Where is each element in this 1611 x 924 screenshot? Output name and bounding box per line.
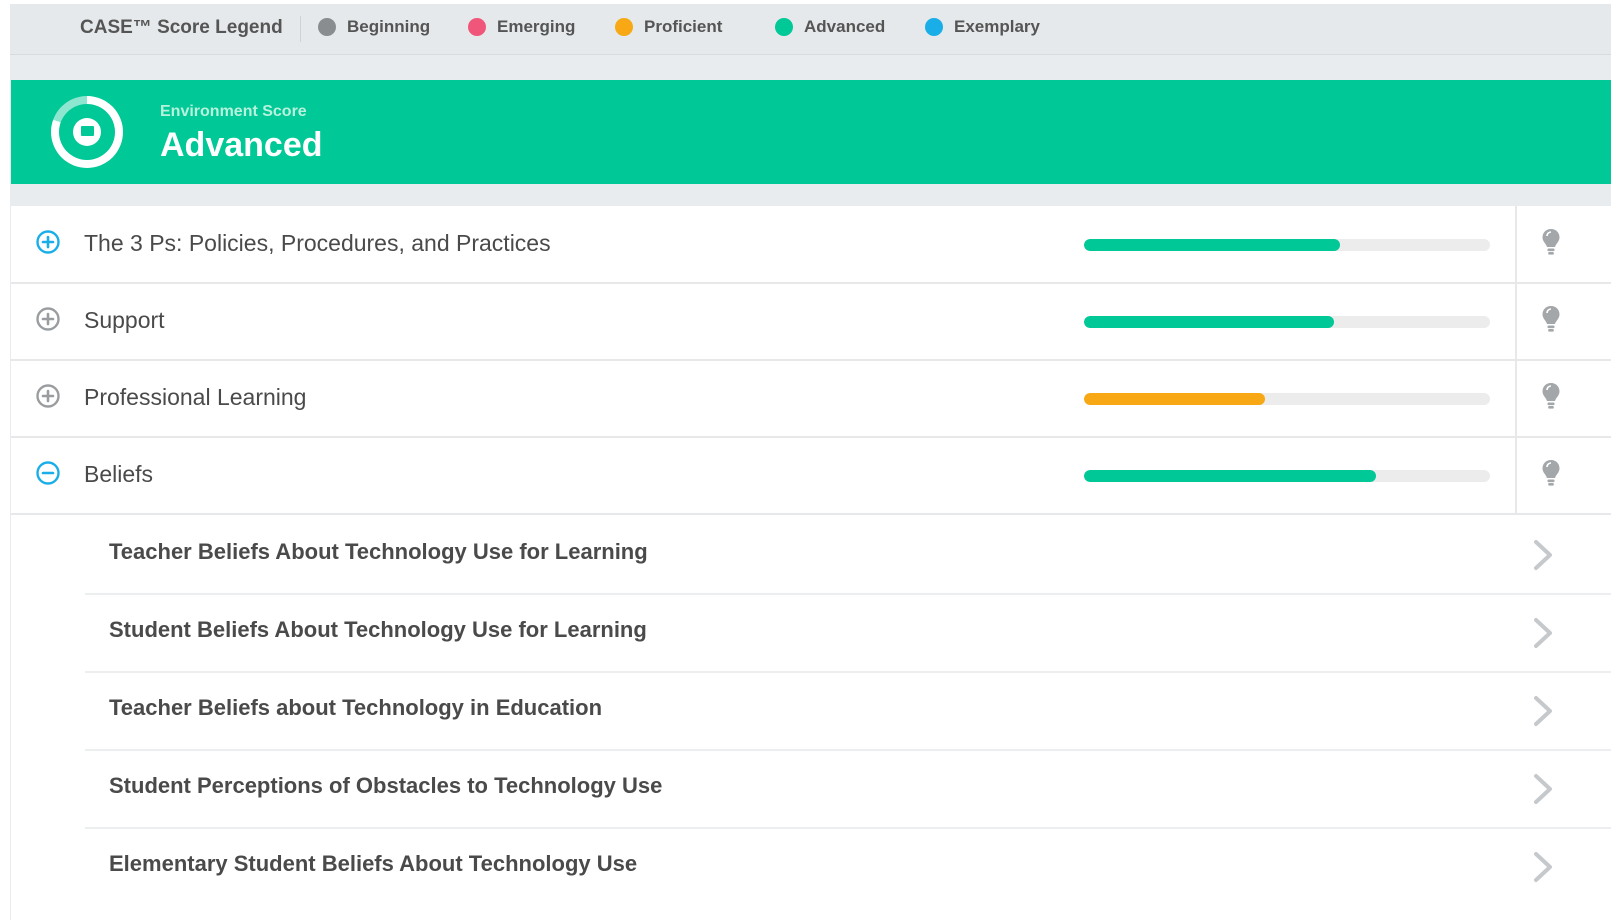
row-divider <box>1515 360 1517 436</box>
proficient-dot-icon <box>615 18 633 36</box>
score-bar-fill <box>1084 316 1334 328</box>
score-bar <box>1084 470 1490 482</box>
plus-circle-icon[interactable] <box>35 383 61 409</box>
environment-score-banner: Environment Score Advanced <box>11 80 1611 184</box>
lightbulb-icon[interactable] <box>1541 305 1561 335</box>
lightbulb-icon[interactable] <box>1541 382 1561 412</box>
environment-score-label: Environment Score <box>160 103 307 120</box>
subcategory-row[interactable]: Elementary Student Beliefs About Technol… <box>85 827 1611 905</box>
category-label: Support <box>84 307 165 333</box>
subcategory-row[interactable]: Teacher Beliefs about Technology in Educ… <box>85 671 1611 751</box>
minus-circle-icon[interactable] <box>35 460 61 486</box>
chevron-right-icon[interactable] <box>1530 693 1556 729</box>
category-row-support[interactable]: Support <box>11 283 1611 361</box>
score-ring-icon <box>51 96 123 168</box>
score-bar <box>1084 393 1490 405</box>
score-bar <box>1084 316 1490 328</box>
lightbulb-icon[interactable] <box>1541 228 1561 258</box>
legend-divider <box>300 16 301 42</box>
category-label: The 3 Ps: Policies, Procedures, and Prac… <box>84 230 551 256</box>
legend-label: Beginning <box>347 17 431 36</box>
category-row-professional-learning[interactable]: Professional Learning <box>11 360 1611 438</box>
row-divider <box>1515 283 1517 359</box>
plus-circle-icon[interactable] <box>35 306 61 332</box>
category-row-beliefs[interactable]: Beliefs <box>11 437 1611 515</box>
emerging-dot-icon <box>468 18 486 36</box>
subcategory-label: Elementary Student Beliefs About Technol… <box>109 851 638 876</box>
category-row-3ps[interactable]: The 3 Ps: Policies, Procedures, and Prac… <box>11 206 1611 284</box>
category-label: Professional Learning <box>84 384 307 410</box>
chevron-right-icon[interactable] <box>1530 849 1556 885</box>
legend-label: Emerging <box>497 17 576 36</box>
category-label: Beliefs <box>84 461 154 487</box>
exemplary-dot-icon <box>925 18 943 36</box>
score-bar <box>1084 239 1490 251</box>
legend-item-emerging: Emerging <box>468 17 575 37</box>
advanced-dot-icon <box>775 18 793 36</box>
subcategory-label: Student Perceptions of Obstacles to Tech… <box>109 773 663 798</box>
score-legend: CASE™ Score Legend Beginning Emerging Pr… <box>10 4 1611 55</box>
legend-item-beginning: Beginning <box>318 17 430 37</box>
category-list: The 3 Ps: Policies, Procedures, and Prac… <box>11 206 1611 924</box>
legend-label: Proficient <box>644 17 723 36</box>
score-bar-fill <box>1084 239 1340 251</box>
row-divider <box>1515 437 1517 513</box>
legend-item-proficient: Proficient <box>615 17 722 37</box>
subcategory-row[interactable]: Student Perceptions of Obstacles to Tech… <box>85 749 1611 829</box>
legend-item-advanced: Advanced <box>775 17 885 37</box>
plus-circle-icon[interactable] <box>35 229 61 255</box>
subcategory-label: Student Beliefs About Technology Use for… <box>109 617 647 642</box>
subcategory-label: Teacher Beliefs about Technology in Educ… <box>109 695 603 720</box>
chevron-right-icon[interactable] <box>1530 771 1556 807</box>
legend-item-exemplary: Exemplary <box>925 17 1040 37</box>
score-report: CASE™ Score Legend Beginning Emerging Pr… <box>10 4 1611 924</box>
row-divider <box>1515 206 1517 282</box>
subcategory-row[interactable]: Student Beliefs About Technology Use for… <box>85 593 1611 673</box>
legend-label: Advanced <box>804 17 886 36</box>
lightbulb-icon[interactable] <box>1541 459 1561 489</box>
chevron-right-icon[interactable] <box>1530 615 1556 651</box>
chevron-right-icon[interactable] <box>1530 537 1556 573</box>
score-bar-fill <box>1084 393 1265 405</box>
score-bar-fill <box>1084 470 1377 482</box>
subcategory-row[interactable]: Teacher Beliefs About Technology Use for… <box>85 515 1611 595</box>
environment-score-value: Advanced <box>160 126 323 164</box>
beginning-dot-icon <box>318 18 336 36</box>
legend-label: Exemplary <box>954 17 1040 36</box>
legend-title: CASE™ Score Legend <box>80 17 283 38</box>
subcategory-label: Teacher Beliefs About Technology Use for… <box>109 539 648 564</box>
